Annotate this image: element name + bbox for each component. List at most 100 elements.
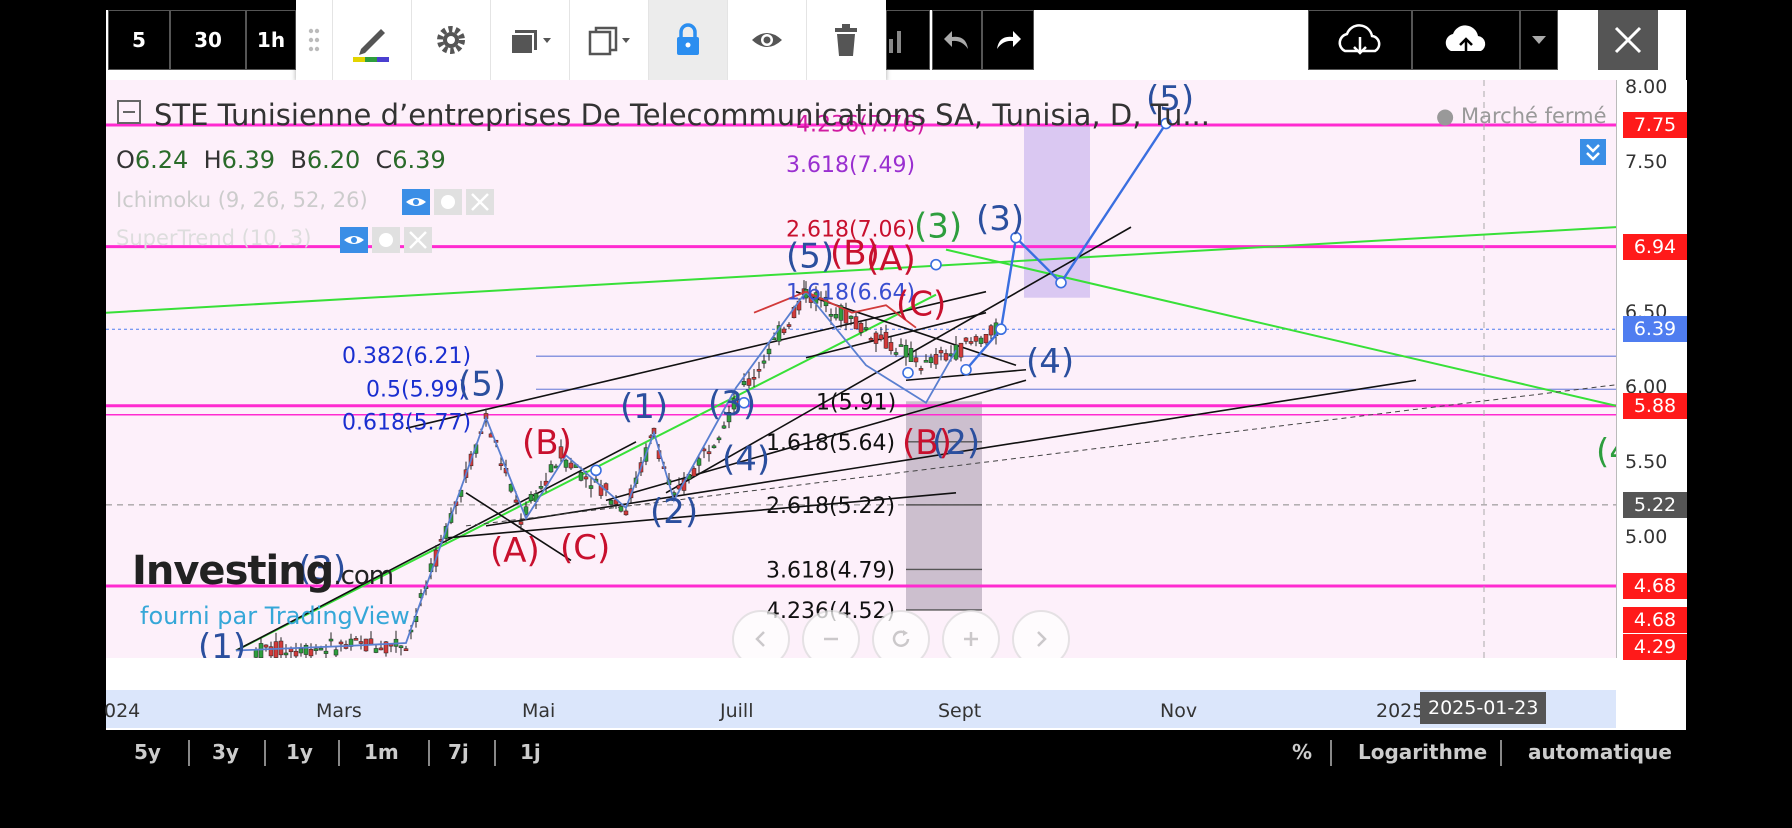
cloud-upload-button[interactable]	[1412, 10, 1520, 70]
interval-5-button[interactable]: 5	[108, 10, 170, 70]
candle	[893, 352, 899, 355]
market-status: ● Marché fermé	[1436, 104, 1607, 128]
auto-scale-toggle[interactable]: automatique	[1528, 740, 1672, 764]
range-1m-button[interactable]: 1m	[364, 740, 399, 764]
range-7j-button[interactable]: 7j	[448, 740, 469, 764]
cloud-download-icon	[1338, 24, 1381, 55]
redo-button[interactable]	[982, 10, 1034, 70]
close-button[interactable]	[1598, 10, 1658, 70]
candle	[403, 648, 409, 652]
wave-node	[930, 258, 942, 271]
candle	[696, 458, 702, 466]
candle	[988, 325, 994, 336]
wave-label-blue: (1)	[198, 627, 246, 658]
zoom-in-button[interactable]	[942, 610, 1000, 658]
wave-label-blue: (2)	[650, 492, 698, 532]
candle	[918, 368, 924, 371]
candle	[848, 315, 854, 319]
candle	[878, 334, 884, 340]
cloud-menu-button[interactable]	[1520, 10, 1558, 70]
candle	[323, 650, 329, 654]
interval-30-button[interactable]: 30	[170, 10, 246, 70]
wave-label-blue: (3)	[708, 384, 756, 424]
candle	[358, 641, 364, 644]
eye-icon[interactable]	[728, 0, 807, 80]
candle	[978, 337, 984, 344]
candle	[963, 337, 969, 342]
candle	[923, 360, 929, 363]
lock-icon[interactable]	[649, 0, 728, 80]
candle	[268, 646, 274, 657]
log-scale-toggle[interactable]: Logarithme	[1358, 740, 1487, 764]
plot-area[interactable]: 0.382(6.21) 0.5(5.99) 0.618(5.77) 4.236(7.7…	[106, 80, 1616, 658]
price-tick: 5.50	[1625, 450, 1668, 473]
undo-button[interactable]	[932, 10, 982, 70]
candle	[263, 644, 269, 648]
fib-extension-label: 3.618(4.79)	[766, 558, 895, 583]
zoom-controls	[732, 610, 1070, 658]
price-label: 5.88	[1623, 392, 1687, 419]
wave-label-red: (B)	[830, 234, 880, 274]
candle	[706, 451, 712, 455]
scroll-left-button[interactable]	[732, 610, 790, 658]
fib-label: 0.382(6.21)	[342, 344, 471, 369]
candle	[568, 462, 574, 469]
candle	[973, 336, 979, 342]
candle	[888, 342, 894, 351]
wave-label-red: (C)	[896, 285, 946, 325]
wave-label-blue: (4)	[1026, 342, 1074, 382]
interval-1h-button[interactable]: 1h	[246, 10, 296, 70]
percent-toggle[interactable]: %	[1292, 740, 1312, 764]
reset-zoom-button[interactable]	[872, 610, 930, 658]
price-tick: 5.00	[1625, 525, 1668, 548]
candle	[353, 638, 359, 641]
copy-icon[interactable]	[570, 0, 649, 80]
time-axis[interactable]: 024 Mars Mai Juill Sept Nov 2025 2025-01…	[104, 690, 1616, 728]
candle	[338, 641, 344, 645]
candle	[298, 648, 304, 654]
range-1j-button[interactable]: 1j	[520, 740, 541, 764]
chevron-down-icon	[1532, 36, 1546, 44]
candle	[398, 645, 404, 649]
candle	[716, 437, 722, 441]
gear-icon[interactable]	[412, 0, 491, 80]
time-label: Juill	[720, 700, 754, 722]
wave-node	[995, 323, 1007, 336]
wave-label-blue: (5)	[786, 237, 834, 277]
legend-toggle-icon[interactable]	[116, 98, 142, 132]
wave-label-blue: (1)	[620, 387, 668, 427]
scroll-latest-icon[interactable]	[1580, 138, 1606, 172]
pencil-icon[interactable]	[333, 0, 412, 80]
candle	[588, 485, 594, 489]
layers-icon[interactable]	[491, 0, 570, 80]
investing-watermark: Investing.com	[132, 548, 394, 594]
range-3y-button[interactable]: 3y	[212, 740, 239, 764]
wave-node	[960, 363, 972, 376]
wave-node	[902, 366, 914, 379]
ichimoku-controls[interactable]	[400, 188, 500, 222]
supertrend-controls[interactable]	[338, 226, 438, 260]
cloud-upload-icon	[1445, 25, 1486, 55]
redo-icon	[997, 31, 1021, 49]
cloud-download-button[interactable]	[1308, 10, 1412, 70]
wave-label-red: (A)	[490, 531, 540, 571]
range-1y-button[interactable]: 1y	[286, 740, 313, 764]
range-5y-button[interactable]: 5y	[134, 740, 161, 764]
scroll-right-button[interactable]	[1012, 610, 1070, 658]
candle	[578, 471, 584, 481]
drag-handle-icon[interactable]	[296, 0, 333, 80]
candle	[938, 350, 944, 354]
wave-label-green: (4	[1596, 432, 1616, 472]
candle	[913, 357, 919, 363]
candle	[283, 652, 289, 656]
candle	[756, 369, 762, 372]
time-label: Mai	[522, 700, 556, 722]
zoom-out-button[interactable]	[802, 610, 860, 658]
price-axis[interactable]: 8.00 7.50 6.50 6.00 5.50 5.00 7.75 6.94 6.39 5.88…	[1616, 76, 1687, 661]
fib-extension-label: 2.618(5.22)	[766, 494, 895, 519]
trash-icon[interactable]	[807, 0, 885, 80]
indicator-button[interactable]	[886, 10, 930, 70]
candle	[318, 647, 324, 651]
trend-line-green	[945, 248, 1616, 407]
chart-title: STE Tunisienne d’entreprises De Telecomm…	[154, 98, 1210, 132]
